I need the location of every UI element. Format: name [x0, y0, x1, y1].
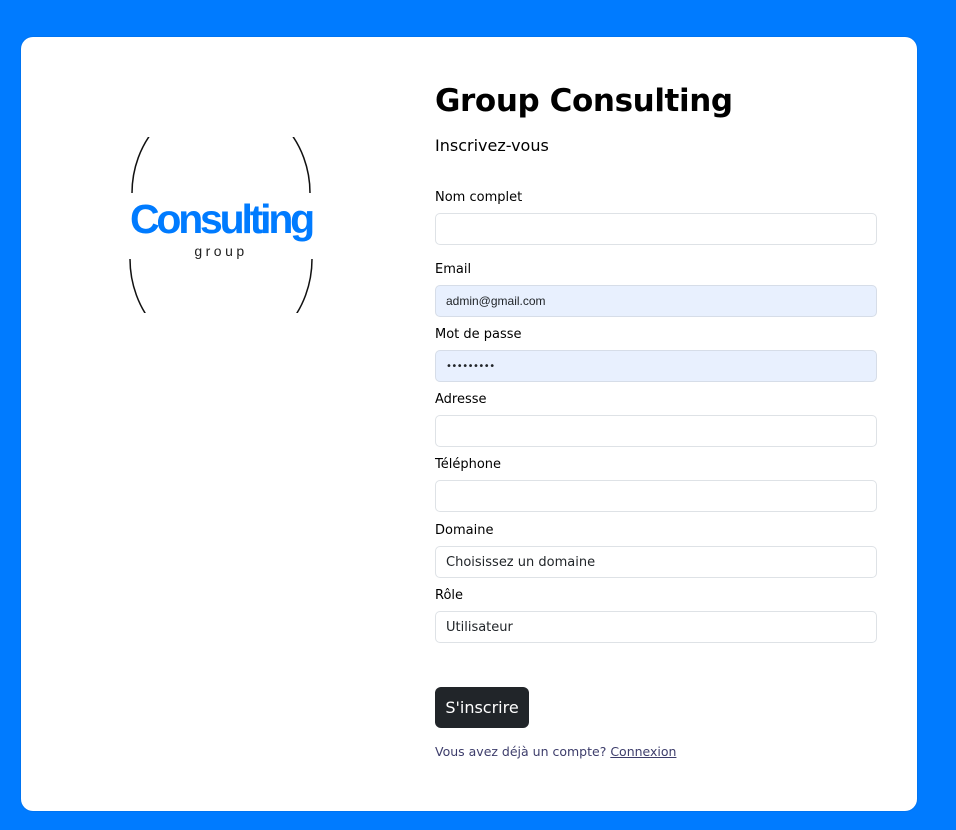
phone-group: Téléphone	[435, 456, 877, 512]
password-input[interactable]	[435, 350, 877, 382]
role-group: Rôle Utilisateur	[435, 587, 877, 643]
full-name-label: Nom complet	[435, 190, 523, 205]
domain-selected-value: Choisissez un domaine	[446, 554, 596, 570]
login-link[interactable]: Connexion	[610, 744, 676, 759]
full-name-group: Nom complet	[435, 189, 877, 245]
password-group: Mot de passe	[435, 326, 877, 382]
address-group: Adresse	[435, 391, 877, 447]
role-select[interactable]: Utilisateur	[435, 611, 877, 643]
domain-select[interactable]: Choisissez un domaine	[435, 546, 877, 578]
page-title: Group Consulting	[435, 83, 733, 119]
full-name-input[interactable]	[435, 213, 877, 245]
signup-card: Consulting group Group Consulting Inscri…	[21, 37, 917, 811]
logo-wordmark: Consulting	[129, 196, 315, 242]
login-prompt: Vous avez déjà un compte? Connexion	[435, 743, 676, 761]
consulting-group-logo: Consulting group	[101, 137, 341, 313]
domain-label: Domaine	[435, 523, 494, 538]
email-group: Email	[435, 261, 877, 317]
email-label: Email	[435, 262, 472, 277]
role-label: Rôle	[435, 588, 464, 603]
address-input[interactable]	[435, 415, 877, 447]
page-subtitle: Inscrivez-vous	[435, 136, 549, 155]
logo-subtext: group	[194, 243, 248, 259]
password-label: Mot de passe	[435, 327, 522, 342]
email-input[interactable]	[435, 285, 877, 317]
domain-group: Domaine Choisissez un domaine	[435, 522, 877, 578]
phone-input[interactable]	[435, 480, 877, 512]
signup-form: Group Consulting Inscrivez-vous Nom comp…	[435, 81, 877, 759]
role-selected-value: Utilisateur	[446, 619, 513, 635]
phone-label: Téléphone	[435, 457, 502, 472]
signup-button[interactable]: S'inscrire	[435, 687, 529, 728]
address-label: Adresse	[435, 392, 487, 407]
login-prompt-text: Vous avez déjà un compte?	[435, 744, 607, 759]
